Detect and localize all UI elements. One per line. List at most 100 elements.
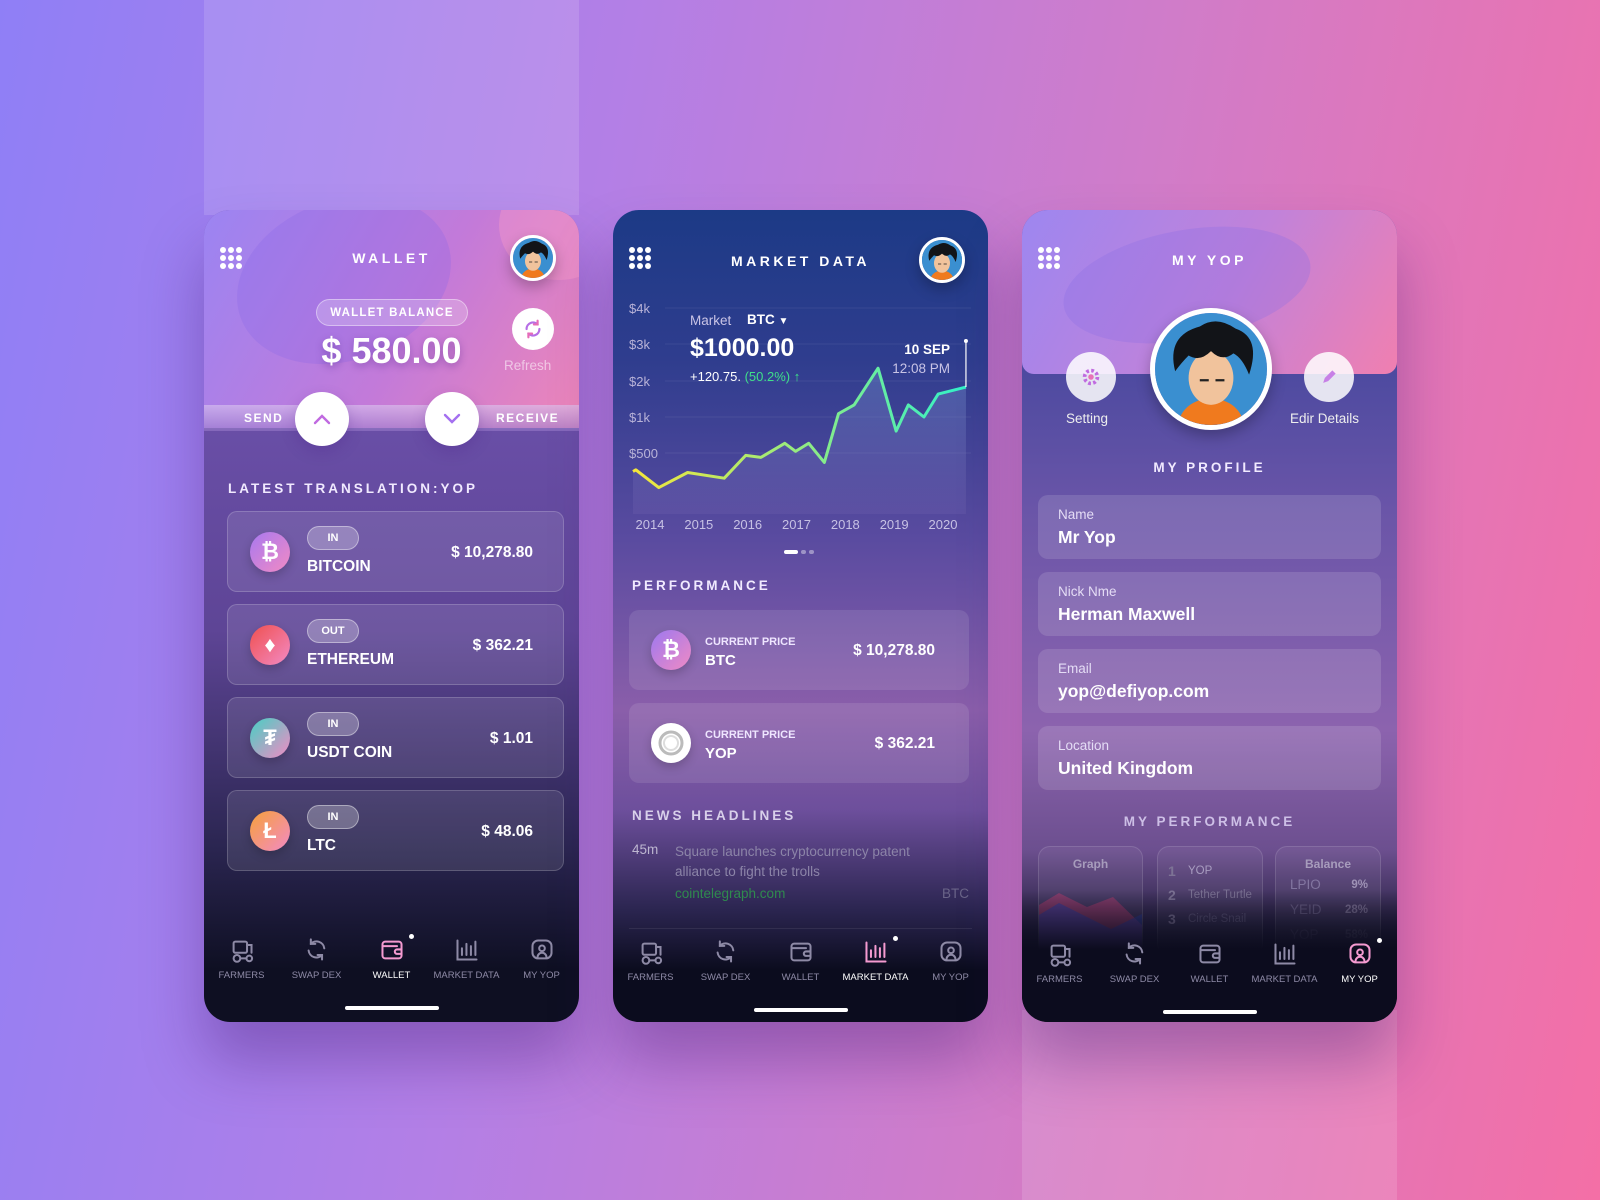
nav-market-data[interactable]: MARKET DATA: [1247, 940, 1322, 1000]
coin-name: LTC: [307, 837, 336, 854]
nav-farmers[interactable]: FARMERS: [613, 938, 688, 998]
direction-badge: IN: [307, 526, 359, 550]
coin-name: ETHEREUM: [307, 651, 394, 668]
transaction-card[interactable]: ♦ OUT ETHEREUM $ 362.21: [227, 604, 564, 685]
nav-swap-dex[interactable]: SWAP DEX: [279, 936, 354, 996]
tooltip-date: 10 SEP: [904, 342, 950, 357]
tooltip-marker-dot: [963, 339, 968, 343]
wallet-screen: WALLET WALLET BALANCE $ 580.00 Refresh S…: [204, 210, 579, 1022]
tractor-icon: [1050, 944, 1071, 967]
bitcoin-icon: ₿: [250, 532, 290, 572]
litecoin-icon: Ł: [250, 811, 290, 851]
nav-label: MY YOP: [932, 972, 969, 983]
profile-field-email[interactable]: Email yop@defiyop.com: [1038, 649, 1381, 713]
nav-label: MARKET DATA: [842, 972, 909, 983]
nav-farmers[interactable]: FARMERS: [1022, 940, 1097, 1000]
rank-name: YOP: [1188, 865, 1213, 877]
refresh-button[interactable]: [512, 308, 554, 350]
y-tick-label: $500: [629, 446, 658, 461]
avatar-image: [513, 238, 553, 278]
performance-card[interactable]: ₿ CURRENT PRICE BTC $ 10,278.80: [629, 610, 969, 690]
nav-farmers[interactable]: FARMERS: [204, 936, 279, 996]
y-tick-label: $4k: [629, 301, 650, 316]
bottom-nav: FARMERS SWAP DEX WALLET MARKET DATA MY YOP: [1022, 938, 1397, 1000]
transaction-amount: $ 10,278.80: [451, 544, 533, 561]
bottom-nav: FARMERS SWAP DEX WALLET MARKET DATA MY YOP: [204, 934, 579, 996]
profile-field-location[interactable]: Location United Kingdom: [1038, 726, 1381, 790]
receive-button[interactable]: [425, 392, 479, 446]
tooltip-time: 12:08 PM: [892, 361, 950, 376]
transaction-card[interactable]: ₿ IN BITCOIN $ 10,278.80: [227, 511, 564, 592]
bar-chart-icon: [1273, 943, 1296, 965]
x-tick-label: 2016: [733, 517, 762, 532]
field-label: Name: [1058, 507, 1095, 522]
nav-wallet[interactable]: WALLET: [763, 938, 838, 998]
ethereum-icon: ♦: [250, 625, 290, 665]
nav-label: SWAP DEX: [700, 972, 751, 983]
tractor-icon: [232, 940, 253, 963]
field-label: Location: [1058, 738, 1110, 753]
price-change: +120.75. (50.2%) ↑: [690, 369, 800, 384]
profile-field-nick-nme[interactable]: Nick Nme Herman Maxwell: [1038, 572, 1381, 636]
bar-chart-icon: [455, 939, 478, 961]
home-indicator: [344, 1006, 439, 1010]
current-price: $ 362.21: [874, 735, 935, 752]
graph-card-title: Graph: [1072, 857, 1109, 871]
nav-market-data[interactable]: MARKET DATA: [429, 936, 504, 996]
news-source-link[interactable]: cointelegraph.com: [675, 886, 785, 901]
profile-avatar[interactable]: [1150, 308, 1272, 430]
nav-swap-dex[interactable]: SWAP DEX: [688, 938, 763, 998]
x-tick-label: 2017: [782, 517, 811, 532]
current-price: $1000.00: [690, 334, 795, 362]
nav-wallet[interactable]: WALLET: [1172, 940, 1247, 1000]
page-dots[interactable]: [784, 550, 814, 554]
field-label: Nick Nme: [1058, 584, 1117, 599]
home-indicator: [1162, 1010, 1257, 1014]
field-value: yop@defiyop.com: [1058, 681, 1210, 701]
x-tick-label: 2014: [636, 517, 665, 532]
chevron-down-icon: [443, 413, 461, 424]
nav-my-yop[interactable]: MY YOP: [504, 936, 579, 996]
nav-label: FARMERS: [218, 970, 265, 981]
section-title: PERFORMANCE: [632, 578, 771, 593]
market-select[interactable]: BTC ▼: [747, 312, 788, 327]
nav-my-yop[interactable]: MY YOP: [1322, 938, 1397, 1000]
edit-details-button[interactable]: [1304, 352, 1354, 402]
bar-chart-icon: [864, 941, 887, 963]
area-fill: [633, 368, 966, 514]
nav-swap-dex[interactable]: SWAP DEX: [1097, 940, 1172, 1000]
home-indicator: [753, 1008, 848, 1012]
nav-label: WALLET: [372, 970, 411, 981]
coin-symbol: YOP: [705, 745, 737, 762]
market-screen: MARKET DATA $500 $1k $2k $3k $4k 2014 2015 2016…: [613, 210, 988, 1022]
swap-icon: [1125, 942, 1143, 965]
avatar[interactable]: [510, 235, 556, 281]
background-band: [204, 0, 579, 215]
nav-label: SWAP DEX: [291, 970, 342, 981]
edit-details-label: Edir Details: [1290, 411, 1360, 426]
yop-coin-icon: [651, 723, 691, 763]
nav-label: WALLET: [781, 972, 820, 983]
transaction-card[interactable]: ₮ IN USDT COIN $ 1.01: [227, 697, 564, 778]
profile-field-name[interactable]: Name Mr Yop: [1038, 495, 1381, 559]
market-select-value: BTC: [747, 312, 775, 327]
arrow-up-icon: ↑: [793, 369, 801, 384]
nav-my-yop[interactable]: MY YOP: [913, 938, 988, 998]
nav-label: WALLET: [1190, 974, 1229, 985]
price-chart: $500 $1k $2k $3k $4k 2014 2015 2016 2017 2018 2019…: [629, 301, 971, 532]
nav-market-data[interactable]: MARKET DATA: [838, 936, 913, 998]
page-title: MY YOP: [1172, 252, 1247, 268]
send-button[interactable]: [295, 392, 349, 446]
performance-card[interactable]: CURRENT PRICE YOP $ 362.21: [629, 703, 969, 783]
wallet-icon: [1198, 944, 1221, 964]
balance-card-title: Balance: [1304, 857, 1352, 871]
nav-wallet[interactable]: WALLET: [354, 934, 429, 996]
wallet-icon: [789, 942, 812, 962]
setting-button[interactable]: [1066, 352, 1116, 402]
transaction-card[interactable]: Ł IN LTC $ 48.06: [227, 790, 564, 871]
active-dot: [408, 934, 414, 939]
section-title: MY PERFORMANCE: [1123, 814, 1296, 829]
coin-symbol: BTC: [705, 652, 736, 669]
active-dot: [1376, 938, 1382, 943]
price-change-value: +120.75.: [690, 369, 741, 384]
